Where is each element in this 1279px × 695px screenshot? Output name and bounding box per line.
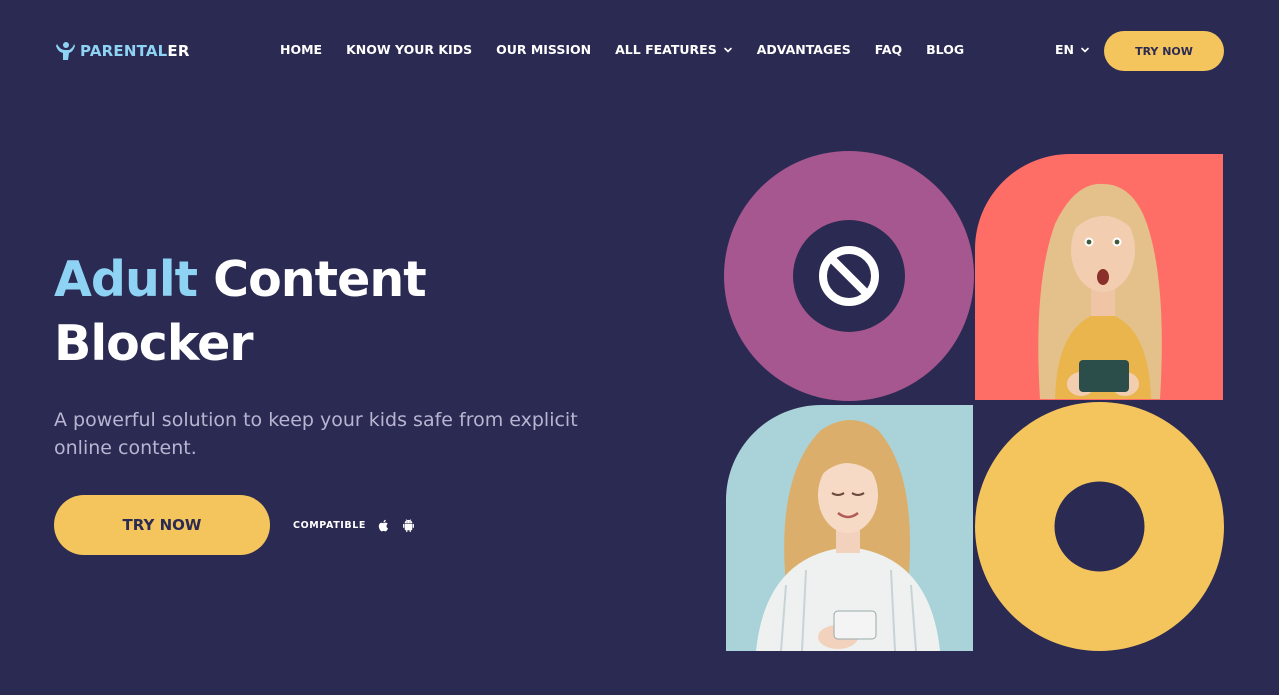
surprised-girl-photo: [975, 154, 1224, 403]
chevron-down-icon: [723, 47, 732, 53]
header-try-now-button[interactable]: TRY NOW: [1104, 31, 1224, 71]
logo[interactable]: PARENTALER: [54, 40, 190, 62]
apple-icon[interactable]: [376, 518, 391, 533]
yellow-ring: [975, 402, 1224, 651]
main-nav: HOME KNOW YOUR KIDS OUR MISSION ALL FEAT…: [280, 42, 964, 57]
smiling-woman-photo: [726, 405, 975, 654]
hero-title-accent: Adult: [54, 251, 198, 308]
brand-name: PARENTALER: [80, 42, 190, 60]
hero-try-now-button[interactable]: TRY NOW: [54, 495, 270, 555]
page: PARENTALER HOME KNOW YOUR KIDS OUR MISSI…: [0, 0, 1279, 695]
nav-our-mission[interactable]: OUR MISSION: [496, 42, 591, 57]
nav-advantages[interactable]: ADVANTAGES: [757, 42, 851, 57]
hero-title-rest: Content: [213, 251, 426, 308]
hero-subtitle: A powerful solution to keep your kids sa…: [54, 409, 578, 459]
nav-blog[interactable]: BLOG: [926, 42, 964, 57]
nav-know-your-kids[interactable]: KNOW YOUR KIDS: [346, 42, 472, 57]
compatibility-row: COMPATIBLE: [293, 516, 416, 534]
hero-title: Adult Content Blocker: [54, 248, 427, 376]
nav-all-features-label: ALL FEATURES: [615, 42, 717, 57]
chevron-down-icon: [1081, 47, 1089, 53]
logo-mark-icon: [56, 42, 75, 60]
nav-home[interactable]: HOME: [280, 42, 322, 57]
nav-all-features[interactable]: ALL FEATURES: [615, 42, 733, 57]
language-selector[interactable]: EN: [1055, 42, 1090, 57]
hero-title-line2: Blocker: [54, 315, 254, 372]
block-symbol-tile: [724, 151, 974, 401]
compatible-label: COMPATIBLE: [293, 519, 367, 531]
nav-faq[interactable]: FAQ: [875, 42, 902, 57]
language-label: EN: [1055, 42, 1075, 57]
android-icon[interactable]: [401, 518, 416, 533]
hero-graphic: [724, 151, 1224, 651]
